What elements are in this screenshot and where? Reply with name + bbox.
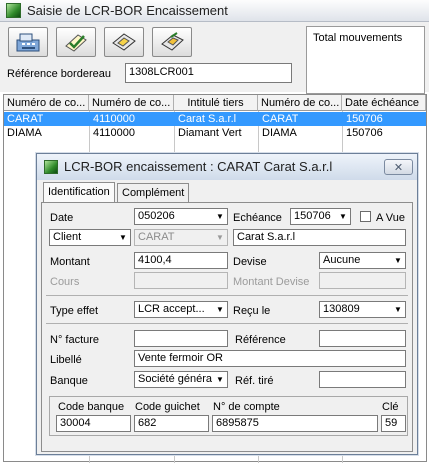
recu-le-picker[interactable]: 130809 ▼ [319, 301, 406, 318]
recu-le-value: 130809 [323, 303, 360, 315]
montant-label: Montant [50, 256, 90, 268]
chevron-down-icon: ▼ [391, 253, 405, 268]
tiers-code-select: CARAT ▼ [134, 229, 228, 246]
window-title: Saisie de LCR-BOR Encaissement [27, 3, 228, 18]
type-effet-value: LCR accept... [138, 303, 205, 315]
libelle-label: Libellé [50, 354, 82, 366]
cours-input [134, 272, 228, 289]
column-header[interactable]: Intitulé tiers [174, 95, 258, 111]
date-value: 050206 [138, 210, 175, 222]
echeance-picker[interactable]: 150706 ▼ [290, 208, 351, 225]
column-header[interactable]: Date échéance [342, 95, 426, 111]
chevron-down-icon: ▼ [213, 372, 227, 387]
echeance-label: Echéance [233, 212, 282, 224]
chevron-down-icon: ▼ [213, 230, 227, 245]
validate-button[interactable] [56, 27, 96, 57]
app-logo-icon [6, 3, 21, 18]
diskette-icon [112, 33, 136, 51]
table-cell: Diamant Vert [178, 127, 242, 139]
table-row[interactable]: CARAT 4110000 Carat S.a.r.l CARAT 150706 [4, 112, 426, 126]
chevron-down-icon: ▼ [213, 302, 227, 317]
banque-select[interactable]: Société généra ▼ [134, 371, 228, 388]
echeance-value: 150706 [294, 210, 331, 222]
date-label: Date [50, 212, 74, 224]
tab-complement[interactable]: Complément [117, 183, 190, 202]
facture-input[interactable] [134, 330, 228, 347]
total-mouvements-panel: Total mouvements [306, 26, 425, 94]
column-header[interactable]: Numéro de co... [258, 95, 342, 111]
ref-tire-input[interactable] [319, 371, 406, 388]
check-validate-icon [65, 34, 87, 52]
print-icon [161, 32, 184, 51]
print-button[interactable] [152, 27, 192, 57]
a-vue-label: A Vue [376, 212, 405, 224]
section-divider [46, 295, 408, 296]
total-mouvements-label: Total mouvements [313, 32, 403, 44]
facture-label: N° facture [50, 334, 100, 346]
app-logo-icon [44, 160, 58, 174]
table-row[interactable]: DIAMA 4110000 Diamant Vert DIAMA 150706 [4, 126, 426, 140]
montant-devise-label: Montant Devise [233, 276, 310, 288]
save-button[interactable] [104, 27, 144, 57]
recu-le-label: Reçu le [233, 305, 271, 317]
table-cell: DIAMA [262, 127, 297, 139]
reference-input[interactable] [319, 330, 406, 347]
table-cell: CARAT [7, 113, 44, 125]
code-banque-label: Code banque [58, 401, 125, 413]
chevron-down-icon: ▼ [116, 230, 130, 245]
cours-label: Cours [50, 276, 80, 288]
table-cell: 150706 [346, 127, 383, 139]
compte-input[interactable]: 6895875 [212, 415, 378, 432]
cle-input[interactable]: 59 [381, 415, 406, 432]
reference-bordereau-label: Référence bordereau [7, 68, 111, 80]
date-picker[interactable]: 050206 ▼ [134, 208, 228, 225]
chevron-down-icon: ▼ [391, 302, 405, 317]
cash-register-button[interactable] [8, 27, 48, 57]
devise-value: Aucune [323, 254, 361, 266]
tab-identification[interactable]: Identification [43, 182, 115, 203]
code-guichet-input[interactable]: 682 [134, 415, 209, 432]
code-banque-input[interactable]: 30004 [56, 415, 131, 432]
banque-value: Société généra [138, 373, 212, 385]
compte-label: N° de compte [213, 401, 280, 413]
banque-label: Banque [50, 375, 88, 387]
table-cell: 4110000 [93, 113, 136, 125]
devise-label: Devise [233, 256, 267, 268]
devise-select[interactable]: Aucune ▼ [319, 252, 406, 269]
table-cell: 4110000 [93, 127, 136, 139]
section-divider [46, 323, 408, 324]
montant-input[interactable]: 4100,4 [134, 252, 228, 269]
column-header[interactable]: Numéro de co... [89, 95, 174, 111]
tiers-code-value: CARAT [138, 231, 175, 243]
reference-label: Référence [235, 334, 286, 346]
type-effet-label: Type effet [50, 305, 99, 317]
column-header[interactable]: Numéro de co... [4, 95, 89, 111]
a-vue-checkbox[interactable] [360, 211, 371, 222]
dialog-title: LCR-BOR encaissement : CARAT Carat S.a.r… [64, 159, 333, 174]
tiers-name-input[interactable]: Carat S.a.r.l [233, 229, 406, 246]
table-cell: DIAMA [7, 127, 42, 139]
table-cell: Carat S.a.r.l [178, 113, 237, 125]
cash-register-icon [16, 33, 40, 52]
libelle-input[interactable]: Vente fermoir OR [134, 350, 406, 367]
tiers-type-value: Client [53, 231, 82, 243]
montant-devise-input [319, 272, 406, 289]
reference-bordereau-input[interactable]: 1308LCR001 [125, 63, 292, 83]
chevron-down-icon: ▼ [336, 209, 350, 224]
close-button[interactable]: ✕ [384, 159, 413, 175]
table-cell: 150706 [346, 113, 383, 125]
ref-tire-label: Réf. tiré [235, 375, 274, 387]
chevron-down-icon: ▼ [213, 209, 227, 224]
code-guichet-label: Code guichet [135, 401, 200, 413]
close-icon: ✕ [393, 161, 404, 174]
tiers-type-select[interactable]: Client ▼ [49, 229, 131, 246]
type-effet-select[interactable]: LCR accept... ▼ [134, 301, 228, 318]
table-cell: CARAT [262, 113, 299, 125]
cle-label: Clé [382, 401, 399, 413]
